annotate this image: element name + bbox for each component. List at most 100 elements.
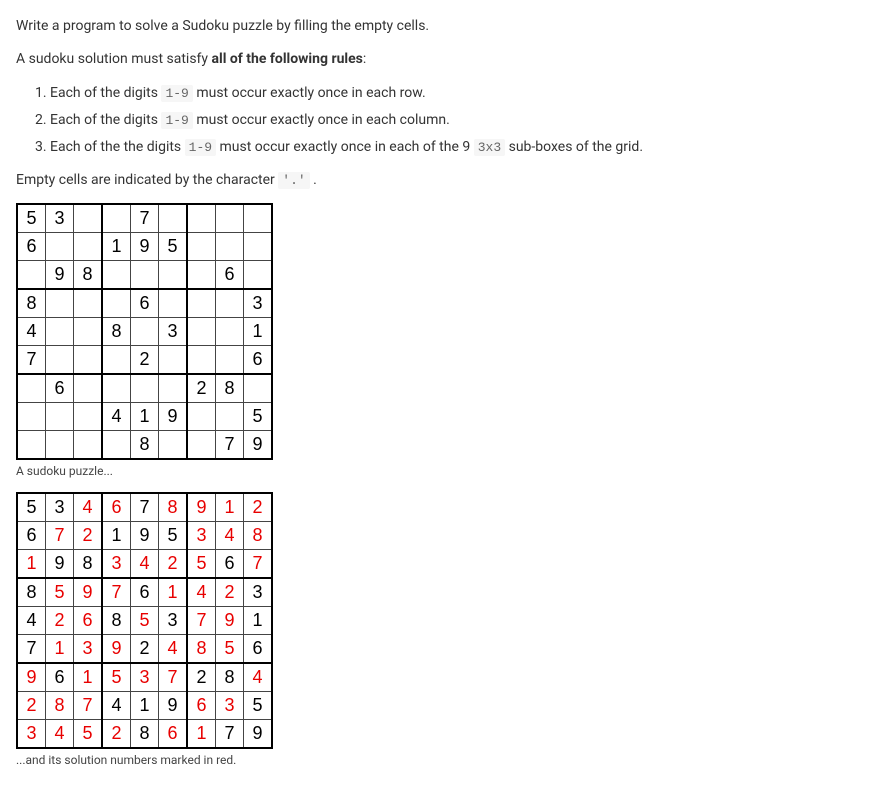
sudoku-cell: 6: [17, 233, 46, 261]
sudoku-cell: 5: [17, 204, 46, 233]
puzzle-caption: A sudoku puzzle...: [16, 464, 856, 478]
sudoku-cell: [244, 261, 273, 290]
sudoku-cell: 9: [131, 233, 159, 261]
sudoku-cell: 2: [159, 550, 188, 579]
sudoku-cell: [159, 204, 188, 233]
sudoku-cell: 5: [131, 607, 159, 635]
sudoku-cell: 6: [74, 607, 103, 635]
sudoku-cell: 6: [216, 261, 244, 290]
sudoku-cell: 7: [216, 431, 244, 460]
rule-item-1: Each of the digits 1-9 must occur exactl…: [50, 82, 856, 105]
sudoku-cell: 6: [46, 663, 74, 692]
sudoku-cell: 4: [159, 635, 188, 664]
rule3-code1: 1-9: [185, 139, 216, 156]
sudoku-cell: 4: [244, 663, 273, 692]
intro-text: Write a program to solve a Sudoku puzzle…: [16, 16, 856, 37]
sudoku-cell: [244, 233, 273, 261]
rule1-code: 1-9: [161, 85, 192, 102]
sudoku-cell: [46, 403, 74, 431]
sudoku-cell: 9: [74, 578, 103, 607]
sudoku-cell: [74, 346, 103, 375]
sudoku-cell: [17, 403, 46, 431]
sudoku-cell: [74, 318, 103, 346]
sudoku-cell: 5: [17, 493, 46, 522]
sudoku-cell: 2: [131, 346, 159, 375]
rule2-pre: Each of the digits: [50, 112, 161, 128]
sudoku-cell: 3: [187, 522, 216, 550]
rule2-post: must occur exactly once in each column.: [193, 112, 450, 128]
sudoku-cell: [46, 289, 74, 318]
sudoku-cell: 2: [187, 374, 216, 403]
sudoku-cell: 2: [187, 663, 216, 692]
sudoku-cell: [244, 374, 273, 403]
sudoku-cell: [131, 318, 159, 346]
sudoku-cell: [159, 289, 188, 318]
sudoku-cell: 3: [102, 550, 131, 579]
sudoku-cell: [17, 431, 46, 460]
sudoku-cell: 1: [102, 522, 131, 550]
sudoku-cell: [102, 261, 131, 290]
sudoku-cell: [46, 233, 74, 261]
sudoku-cell: 7: [46, 522, 74, 550]
sudoku-cell: 1: [17, 550, 46, 579]
sudoku-cell: 7: [159, 663, 188, 692]
sudoku-cell: 3: [244, 289, 273, 318]
sudoku-cell: 7: [17, 346, 46, 375]
rule3-post: sub-boxes of the grid.: [505, 139, 643, 155]
sudoku-cell: [187, 431, 216, 460]
sudoku-cell: 5: [187, 550, 216, 579]
empty-cells-text: Empty cells are indicated by the charact…: [16, 170, 856, 191]
sudoku-cell: [216, 233, 244, 261]
sudoku-cell: 8: [244, 522, 273, 550]
sudoku-cell: 8: [17, 578, 46, 607]
sudoku-cell: 4: [102, 692, 131, 720]
sudoku-cell: 1: [131, 403, 159, 431]
sudoku-cell: [74, 374, 103, 403]
sudoku-cell: 9: [159, 403, 188, 431]
rules-pre: A sudoku solution must satisfy: [16, 51, 212, 67]
sudoku-cell: [46, 431, 74, 460]
sudoku-cell: 6: [46, 374, 74, 403]
sudoku-cell: 8: [216, 374, 244, 403]
rules-bold: all of the following rules: [212, 51, 363, 67]
sudoku-cell: [131, 374, 159, 403]
sudoku-cell: 8: [102, 607, 131, 635]
sudoku-cell: 5: [102, 663, 131, 692]
rules-heading: A sudoku solution must satisfy all of th…: [16, 49, 856, 70]
sudoku-cell: [74, 403, 103, 431]
sudoku-cell: [102, 431, 131, 460]
empty-code: '.': [278, 172, 309, 189]
sudoku-cell: 1: [46, 635, 74, 664]
sudoku-cell: 2: [131, 635, 159, 664]
sudoku-cell: 7: [74, 692, 103, 720]
sudoku-cell: [131, 261, 159, 290]
sudoku-cell: 8: [102, 318, 131, 346]
sudoku-cell: [46, 318, 74, 346]
sudoku-cell: [46, 346, 74, 375]
sudoku-cell: 7: [216, 720, 244, 749]
sudoku-cell: [216, 346, 244, 375]
rule3-pre: Each of the the digits: [50, 139, 185, 155]
sudoku-cell: 3: [159, 607, 188, 635]
rules-post: :: [363, 51, 366, 67]
sudoku-cell: 4: [17, 607, 46, 635]
sudoku-cell: 8: [131, 720, 159, 749]
sudoku-cell: [216, 403, 244, 431]
sudoku-cell: 7: [131, 204, 159, 233]
sudoku-cell: 6: [131, 289, 159, 318]
sudoku-cell: 1: [159, 578, 188, 607]
sudoku-cell: 8: [17, 289, 46, 318]
sudoku-cell: 3: [46, 493, 74, 522]
sudoku-cell: [187, 233, 216, 261]
sudoku-cell: 9: [159, 692, 188, 720]
sudoku-cell: 9: [244, 431, 273, 460]
sudoku-cell: 6: [216, 550, 244, 579]
sudoku-cell: 9: [187, 493, 216, 522]
sudoku-cell: 8: [74, 550, 103, 579]
solution-caption: ...and its solution numbers marked in re…: [16, 753, 856, 767]
sudoku-cell: 5: [46, 578, 74, 607]
sudoku-cell: [102, 374, 131, 403]
sudoku-cell: 9: [244, 720, 273, 749]
sudoku-cell: [159, 261, 188, 290]
rule1-post: must occur exactly once in each row.: [193, 85, 426, 101]
